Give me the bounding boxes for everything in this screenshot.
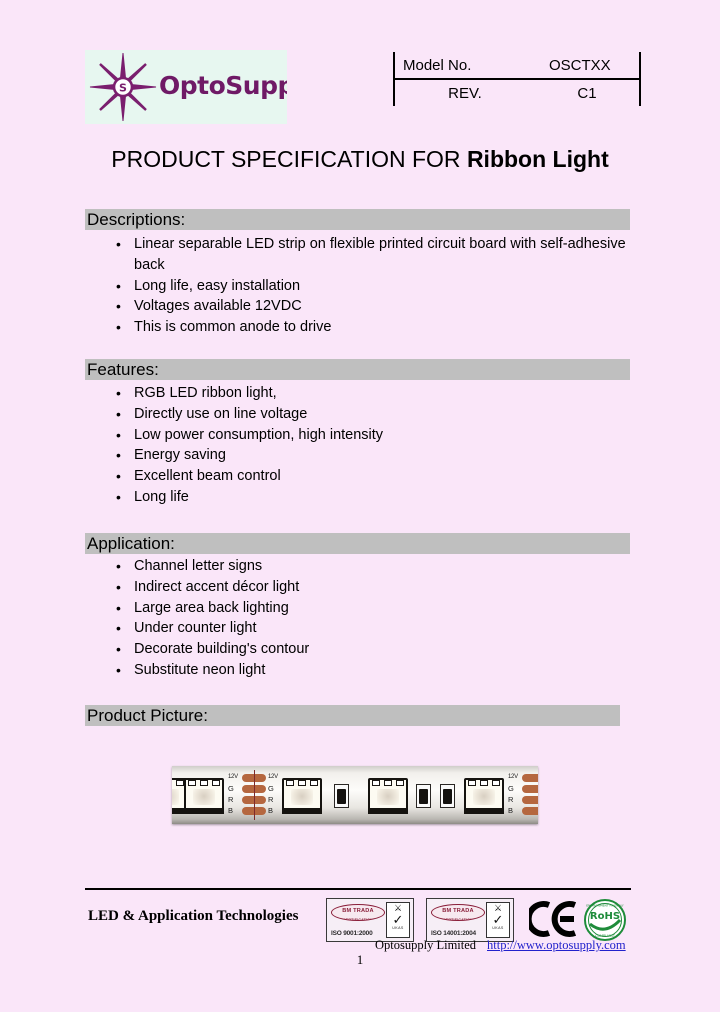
cert-mark-name: BM TRADA <box>442 908 474 914</box>
starburst-logo-icon: S <box>89 52 157 122</box>
model-revision-table: Model No. OSCTXX REV. C1 <box>393 52 641 106</box>
page-title: PRODUCT SPECIFICATION FOR Ribbon Light <box>0 146 720 173</box>
resistor <box>416 784 431 808</box>
list-item: Under counter light <box>116 618 650 639</box>
ukas-accreditation-icon: ⚔ ✓ UKAS <box>486 902 510 938</box>
solder-pad-labels: 12V G R B <box>508 772 521 816</box>
rohs-label: RoHS <box>590 911 620 922</box>
pad-label-g: G <box>508 784 514 793</box>
list-item: Decorate building's contour <box>116 639 650 660</box>
list-item: Indirect accent décor light <box>116 577 650 598</box>
certification-badge-iso14001: BM TRADA CERTIFICATION ISO 14001:2004 ⚔ … <box>426 898 514 942</box>
ce-mark-icon <box>529 901 577 937</box>
list-item: Large area back lighting <box>116 598 650 619</box>
table-row: REV. C1 <box>393 79 641 106</box>
list-item: Directly use on line voltage <box>116 404 650 425</box>
led-terminals <box>172 780 184 786</box>
pad-label-r: R <box>228 795 234 804</box>
footer-brand-tagline: LED & Application Technologies <box>88 908 299 924</box>
checkmark-icon: ✓ <box>492 912 504 927</box>
logo-mark-letter: S <box>119 82 127 95</box>
pad-label-12v: 12V <box>228 774 238 780</box>
list-item: Long life <box>116 487 650 508</box>
led-package <box>368 778 408 814</box>
list-item: This is common anode to drive <box>116 317 650 338</box>
document-header: S OptoSupply Model No. OSCTXX REV. C1 <box>85 48 641 126</box>
list-item: Channel letter signs <box>116 556 650 577</box>
solder-pad-labels: 12V G R B <box>228 772 241 816</box>
list-item: Voltages available 12VDC <box>116 296 650 317</box>
led-package <box>464 778 504 814</box>
revision-label: REV. <box>393 79 539 106</box>
certification-badge-iso9001: BM TRADA CERTIFICATION ISO 9001:2000 ⚔ ✓… <box>326 898 414 942</box>
revision-value: C1 <box>539 79 641 106</box>
model-no-value: OSCTXX <box>539 52 641 80</box>
list-item: Long life, easy installation <box>116 276 650 297</box>
resistor <box>440 784 455 808</box>
led-base <box>282 808 322 814</box>
page-number: 1 <box>356 952 364 967</box>
list-item: Excellent beam control <box>116 466 650 487</box>
footer-website-link[interactable]: http://www.optosupply.com <box>487 938 626 953</box>
ukas-accreditation-icon: ⚔ ✓ UKAS <box>386 902 410 938</box>
led-base <box>184 808 224 814</box>
bm-trada-logo-icon: BM TRADA CERTIFICATION <box>431 904 485 921</box>
resistor <box>334 784 349 808</box>
list-item: Linear separable LED strip on flexible p… <box>116 234 650 276</box>
pad-label-b: B <box>268 806 274 815</box>
bm-trada-logo-icon: BM TRADA CERTIFICATION <box>331 904 385 921</box>
pad-label-g: G <box>228 784 234 793</box>
list-item: Energy saving <box>116 445 650 466</box>
led-strip-board: 12V G R B 12V G R B 12V G R B <box>172 770 538 820</box>
pad-label-r: R <box>508 795 514 804</box>
application-list: Channel letter signs Indirect accent déc… <box>112 556 650 681</box>
led-terminals <box>286 780 318 786</box>
led-base <box>464 808 504 814</box>
list-item: Substitute neon light <box>116 660 650 681</box>
pad-label-b: B <box>228 806 234 815</box>
copper-solder-pads <box>522 774 538 818</box>
rohs-compliant-icon: RoHS ENVIRONMENT FRIENDLY COMPLIANT <box>584 899 626 941</box>
section-heading-product-picture: Product Picture: <box>85 705 620 726</box>
led-base <box>368 808 408 814</box>
led-terminals <box>468 780 500 786</box>
footer-divider <box>85 888 631 890</box>
footer-company-name: Optosupply Limited <box>375 938 477 952</box>
model-no-label: Model No. <box>393 52 539 80</box>
features-list: RGB LED ribbon light, Directly use on li… <box>112 383 650 508</box>
pad-label-12v: 12V <box>268 774 278 780</box>
cut-line-marker <box>254 770 255 820</box>
cert-standard-label: ISO 14001:2004 <box>431 930 476 937</box>
cert-standard-label: ISO 9001:2000 <box>331 930 373 937</box>
descriptions-list: Linear separable LED strip on flexible p… <box>112 234 650 338</box>
logo-wordmark: OptoSupply <box>159 71 287 100</box>
led-package <box>282 778 322 814</box>
section-heading-features: Features: <box>85 359 630 380</box>
company-logo: S OptoSupply <box>85 50 287 124</box>
cert-mark-name: BM TRADA <box>342 908 374 914</box>
document-page: S OptoSupply Model No. OSCTXX REV. C1 PR… <box>0 0 720 1012</box>
solder-pad-labels: 12V G R B <box>268 772 281 816</box>
ukas-label: UKAS <box>392 926 404 930</box>
table-row: Model No. OSCTXX <box>393 52 641 80</box>
pad-label-r: R <box>268 795 274 804</box>
pad-label-b: B <box>508 806 514 815</box>
cert-mark-sub: CERTIFICATION <box>342 918 374 921</box>
product-photo-led-ribbon-strip: 12V G R B 12V G R B 12V G R B <box>172 766 538 824</box>
pad-label-g: G <box>268 784 274 793</box>
list-item: Low power consumption, high intensity <box>116 425 650 446</box>
led-terminals <box>188 780 220 786</box>
ukas-label: UKAS <box>492 926 504 930</box>
pad-label-12v: 12V <box>508 774 518 780</box>
checkmark-icon: ✓ <box>392 912 404 927</box>
rohs-top-text: ENVIRONMENT FRIENDLY <box>586 904 624 908</box>
section-heading-application: Application: <box>85 533 630 554</box>
list-item: RGB LED ribbon light, <box>116 383 650 404</box>
led-package <box>184 778 224 814</box>
page-title-emphasis: Ribbon Light <box>466 146 609 172</box>
page-title-prefix: PRODUCT SPECIFICATION FOR <box>111 146 467 172</box>
section-heading-descriptions: Descriptions: <box>85 209 630 230</box>
cert-mark-sub: CERTIFICATION <box>442 918 474 921</box>
led-terminals <box>372 780 404 786</box>
